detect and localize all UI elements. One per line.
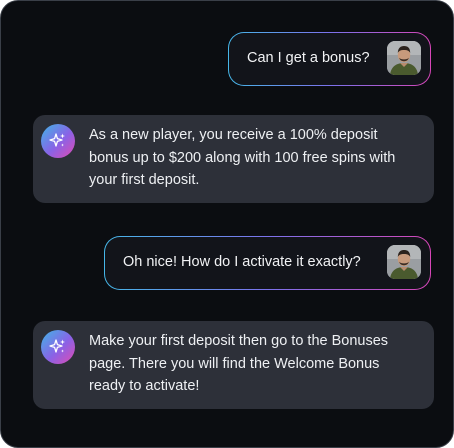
assistant-message-text: As a new player, you receive a 100% depo… (89, 124, 395, 192)
assistant-message-line: As a new player, you receive a 100% depo… (89, 127, 378, 143)
chat-window: Can I get a bonus? As a new player, you … (0, 0, 454, 448)
sparkle-icon (41, 330, 75, 364)
user-message-bubble: Can I get a bonus? (228, 32, 431, 86)
user-message-bubble: Oh nice! How do I activate it exactly? (104, 236, 431, 290)
assistant-message-line: your first deposit. (89, 172, 200, 188)
assistant-message-line: Make your first deposit then go to the B… (89, 333, 389, 349)
assistant-message-bubble: Make your first deposit then go to the B… (33, 321, 434, 409)
user-message-text: Oh nice! How do I activate it exactly? (123, 254, 361, 270)
assistant-message-text: Make your first deposit then go to the B… (89, 330, 388, 398)
user-avatar (387, 245, 421, 279)
user-message-text: Can I get a bonus? (247, 50, 370, 66)
assistant-message-line: bonus up to $200 along with 100 free spi… (89, 149, 396, 166)
assistant-message-bubble: As a new player, you receive a 100% depo… (33, 115, 434, 203)
sparkle-icon (41, 124, 75, 158)
user-avatar (387, 41, 421, 75)
assistant-message-line: page. There you will find the Welcome Bo… (89, 355, 380, 372)
assistant-message-line: ready to activate! (89, 378, 200, 394)
